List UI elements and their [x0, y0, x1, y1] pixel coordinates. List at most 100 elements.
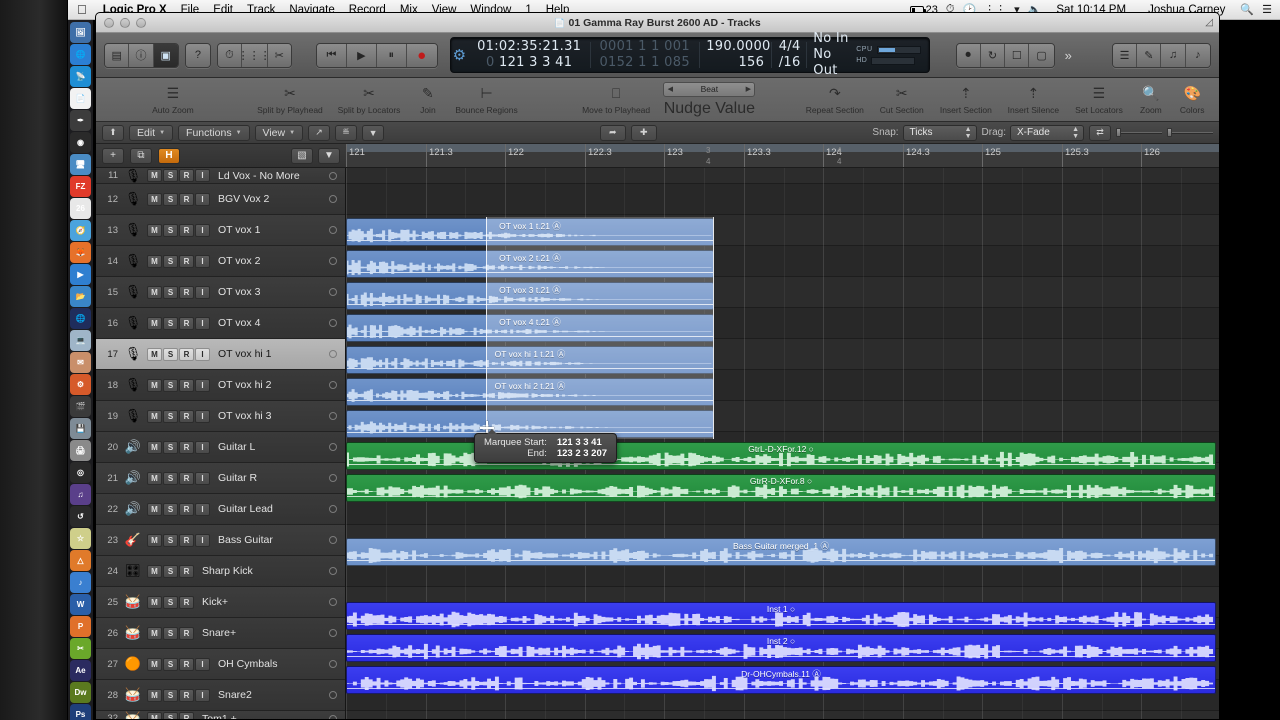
solo-button[interactable]: S: [163, 409, 178, 423]
track-automation-knob[interactable]: [329, 350, 337, 358]
cycle-icon[interactable]: ⏺: [956, 43, 981, 67]
record-enable-button[interactable]: R: [179, 347, 194, 361]
dock-item-4[interactable]: ✒: [70, 110, 91, 131]
solo-button[interactable]: S: [163, 192, 178, 206]
local-menu-functions[interactable]: Functions ▼: [178, 124, 250, 141]
dock-item-26[interactable]: W: [70, 594, 91, 615]
record-enable-button[interactable]: R: [179, 712, 194, 719]
record-enable-button[interactable]: R: [179, 688, 194, 702]
tool-split-by-playhead[interactable]: ✂ Split by Playhead: [250, 84, 330, 116]
track-automation-knob[interactable]: [329, 443, 337, 451]
tom-drum-icon[interactable]: 🥁: [122, 709, 144, 720]
track-menu-icon[interactable]: ▼: [318, 147, 340, 164]
mute-button[interactable]: M: [147, 316, 162, 330]
drum-machine-icon[interactable]: 🎛: [122, 561, 144, 581]
tool-set-locators[interactable]: ☰ Set Locators: [1067, 84, 1131, 116]
track-header[interactable]: 12 🎙 M S R I BGV Vox 2: [96, 184, 345, 215]
track-header[interactable]: 32 🥁 M S R Tom1 +: [96, 711, 345, 719]
ruler[interactable]: 121 121.3 122 122.3 123 123.3 124 124.3 125 125.3…: [346, 144, 1219, 168]
minimize-button[interactable]: [120, 17, 130, 28]
track-buttons[interactable]: MSR: [147, 564, 194, 578]
track-automation-knob[interactable]: [329, 319, 337, 327]
dock-item-16[interactable]: ⚙: [70, 374, 91, 395]
dock-item-13[interactable]: 🌐: [70, 308, 91, 329]
track-automation-knob[interactable]: [329, 257, 337, 265]
input-monitor-button[interactable]: I: [195, 440, 210, 454]
dock-item-22[interactable]: ↺: [70, 506, 91, 527]
dock-item-24[interactable]: △: [70, 550, 91, 571]
input-monitor-button[interactable]: I: [195, 223, 210, 237]
microphone-icon[interactable]: 🎙: [122, 168, 144, 186]
lcd-display[interactable]: ⚙ 01:02:35:21.31 0 121 3 3 41 0001 1 1 0…: [449, 31, 930, 78]
nudge-right-arrow-icon[interactable]: ▶: [742, 85, 754, 93]
dock-item-27[interactable]: P: [70, 616, 91, 637]
dock-item-3[interactable]: 📄: [70, 88, 91, 109]
nudge-value-popup[interactable]: ◀ Beat ▶: [663, 81, 756, 97]
microphone-icon[interactable]: 🎙: [122, 344, 144, 364]
audio-region[interactable]: Bass Guitar merged_1 Ⓐ: [346, 538, 1216, 566]
canvas-track-row[interactable]: [346, 711, 1219, 719]
cymbal-icon[interactable]: 🟠: [122, 654, 144, 674]
microphone-icon[interactable]: 🎙: [122, 220, 144, 240]
track-config-icon[interactable]: ▧: [291, 147, 313, 164]
tool-auto-zoom[interactable]: ☰ Auto Zoom: [144, 84, 202, 116]
audio-region[interactable]: Inst 1 ○: [346, 602, 1216, 630]
track-automation-knob[interactable]: [329, 288, 337, 296]
track-automation-knob[interactable]: [329, 629, 337, 637]
mute-button[interactable]: M: [147, 347, 162, 361]
mode-toggle-group[interactable]: ⏺ ↻ ☐ ▢: [955, 42, 1055, 68]
track-name[interactable]: OT vox hi 2: [218, 379, 329, 391]
track-automation-knob[interactable]: [329, 226, 337, 234]
snare-drum-icon[interactable]: 🥁: [122, 685, 144, 705]
track-buttons[interactable]: MSRI: [147, 378, 210, 392]
input-monitor-button[interactable]: I: [195, 316, 210, 330]
track-header[interactable]: 18 🎙 M S R I OT vox hi 2: [96, 370, 345, 401]
input-monitor-button[interactable]: I: [195, 657, 210, 671]
track-header[interactable]: 15 🎙 M S R I OT vox 3: [96, 277, 345, 308]
x-button[interactable]: ☐: [1005, 43, 1030, 67]
track-name[interactable]: OT vox 4: [218, 317, 329, 329]
zoom-horizontal-slider[interactable]: [1167, 128, 1213, 138]
dock-item-10[interactable]: 🦊: [70, 242, 91, 263]
mode-button-group[interactable]: ⏱ ⋮⋮⋮ ✂: [217, 42, 292, 68]
overflow-chevron-icon[interactable]: »: [1061, 48, 1076, 63]
track-header[interactable]: 21 🔊 M S R I Guitar R: [96, 463, 345, 494]
track-header[interactable]: 23 🎸 M S R I Bass Guitar: [96, 525, 345, 556]
dock-item-2[interactable]: 📡: [70, 66, 91, 87]
snare-drum-icon[interactable]: 🥁: [122, 623, 144, 643]
tool-join[interactable]: ✎ Join: [408, 84, 448, 116]
list-editors-icon[interactable]: ☰: [1112, 43, 1138, 67]
canvas-track-row[interactable]: [346, 168, 1219, 184]
tools-icon[interactable]: ✂: [267, 43, 291, 67]
track-header[interactable]: 14 🎙 M S R I OT vox 2: [96, 246, 345, 277]
dock-item-1[interactable]: 🌐: [70, 44, 91, 65]
loops-icon[interactable]: ♫: [1161, 43, 1186, 67]
solo-button[interactable]: S: [163, 688, 178, 702]
track-buttons[interactable]: MSRI: [147, 440, 210, 454]
close-button[interactable]: [104, 17, 114, 28]
solo-button[interactable]: S: [163, 533, 178, 547]
record-enable-button[interactable]: R: [179, 564, 194, 578]
input-monitor-button[interactable]: I: [195, 688, 210, 702]
mute-button[interactable]: M: [147, 440, 162, 454]
track-buttons[interactable]: MSRI: [147, 688, 210, 702]
microphone-icon[interactable]: 🎙: [122, 375, 144, 395]
dock-item-11[interactable]: ▶: [70, 264, 91, 285]
track-automation-knob[interactable]: [329, 195, 337, 203]
track-header[interactable]: 27 🟠 M S R I OH Cymbals: [96, 649, 345, 680]
track-header[interactable]: 13 🎙 M S R I OT vox 1: [96, 215, 345, 246]
track-name[interactable]: Guitar Lead: [218, 503, 329, 515]
track-buttons[interactable]: MSR: [147, 626, 194, 640]
dock-item-17[interactable]: 🎬: [70, 396, 91, 417]
dock-item-31[interactable]: Ps: [70, 704, 91, 720]
lcd-inout-field[interactable]: No In No Out: [806, 31, 856, 78]
dock-item-23[interactable]: ☆: [70, 528, 91, 549]
track-name[interactable]: OT vox hi 3: [218, 410, 329, 422]
add-track-button[interactable]: +: [102, 147, 124, 164]
solo-button[interactable]: S: [163, 347, 178, 361]
pointer-tool[interactable]: ➦: [599, 124, 626, 141]
dock-item-5[interactable]: ◉: [70, 132, 91, 153]
dock-item-25[interactable]: ♪: [70, 572, 91, 593]
mute-button[interactable]: M: [147, 595, 162, 609]
track-header[interactable]: 16 🎙 M S R I OT vox 4: [96, 308, 345, 339]
